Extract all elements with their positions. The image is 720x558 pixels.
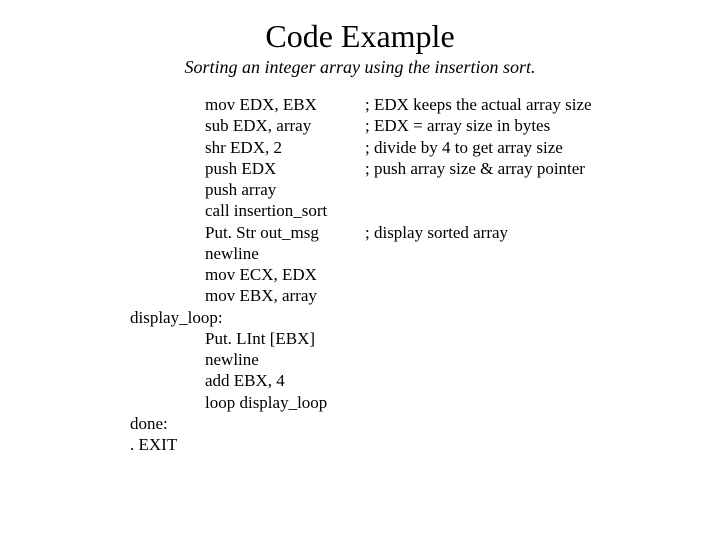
code-line: display_loop: [130, 307, 720, 328]
code-comment [365, 370, 720, 391]
code-label [130, 222, 205, 243]
code-line: newline [130, 349, 720, 370]
code-line: add EBX, 4 [130, 370, 720, 391]
code-comment [365, 243, 720, 264]
code-comment: ; divide by 4 to get array size [365, 137, 720, 158]
code-comment [365, 413, 720, 434]
code-instruction [205, 307, 365, 328]
code-line: . EXIT [130, 434, 720, 455]
code-label [130, 200, 205, 221]
code-label [130, 94, 205, 115]
code-label [130, 137, 205, 158]
code-comment: ; display sorted array [365, 222, 720, 243]
code-line: sub EDX, array; EDX = array size in byte… [130, 115, 720, 136]
code-line: shr EDX, 2; divide by 4 to get array siz… [130, 137, 720, 158]
code-line: newline [130, 243, 720, 264]
code-line: mov EDX, EBX; EDX keeps the actual array… [130, 94, 720, 115]
code-instruction: shr EDX, 2 [205, 137, 365, 158]
code-label [130, 328, 205, 349]
code-comment [365, 307, 720, 328]
code-comment: ; EDX = array size in bytes [365, 115, 720, 136]
code-line: done: [130, 413, 720, 434]
code-line: push array [130, 179, 720, 200]
code-instruction: Put. Str out_msg [205, 222, 365, 243]
code-instruction: call insertion_sort [205, 200, 365, 221]
code-label [130, 392, 205, 413]
code-label [130, 285, 205, 306]
code-listing: mov EDX, EBX; EDX keeps the actual array… [130, 94, 720, 455]
code-comment [365, 264, 720, 285]
slide-subtitle: Sorting an integer array using the inser… [0, 57, 720, 78]
code-label [130, 115, 205, 136]
code-instruction: push array [205, 179, 365, 200]
code-comment [365, 434, 720, 455]
code-comment [365, 179, 720, 200]
code-instruction: mov EBX, array [205, 285, 365, 306]
code-instruction: sub EDX, array [205, 115, 365, 136]
code-instruction: loop display_loop [205, 392, 365, 413]
code-comment: ; EDX keeps the actual array size [365, 94, 720, 115]
code-label [130, 349, 205, 370]
code-instruction: mov EDX, EBX [205, 94, 365, 115]
code-line: Put. Str out_msg; display sorted array [130, 222, 720, 243]
code-line: push EDX; push array size & array pointe… [130, 158, 720, 179]
code-label [130, 370, 205, 391]
code-instruction: add EBX, 4 [205, 370, 365, 391]
code-instruction: newline [205, 243, 365, 264]
code-instruction: newline [205, 349, 365, 370]
code-line: mov EBX, array [130, 285, 720, 306]
code-label [130, 158, 205, 179]
slide: Code Example Sorting an integer array us… [0, 18, 720, 558]
code-line: mov ECX, EDX [130, 264, 720, 285]
code-line: Put. LInt [EBX] [130, 328, 720, 349]
code-comment [365, 349, 720, 370]
code-instruction [205, 413, 365, 434]
code-label [130, 243, 205, 264]
slide-title: Code Example [0, 18, 720, 55]
code-instruction: push EDX [205, 158, 365, 179]
code-label: . EXIT [130, 434, 205, 455]
code-comment [365, 285, 720, 306]
code-instruction: mov ECX, EDX [205, 264, 365, 285]
code-line: loop display_loop [130, 392, 720, 413]
code-label [130, 264, 205, 285]
code-label: done: [130, 413, 205, 434]
code-instruction [205, 434, 365, 455]
code-instruction: Put. LInt [EBX] [205, 328, 365, 349]
code-label: display_loop: [130, 307, 205, 328]
code-line: call insertion_sort [130, 200, 720, 221]
code-comment [365, 200, 720, 221]
code-comment [365, 392, 720, 413]
code-label [130, 179, 205, 200]
code-comment [365, 328, 720, 349]
code-comment: ; push array size & array pointer [365, 158, 720, 179]
